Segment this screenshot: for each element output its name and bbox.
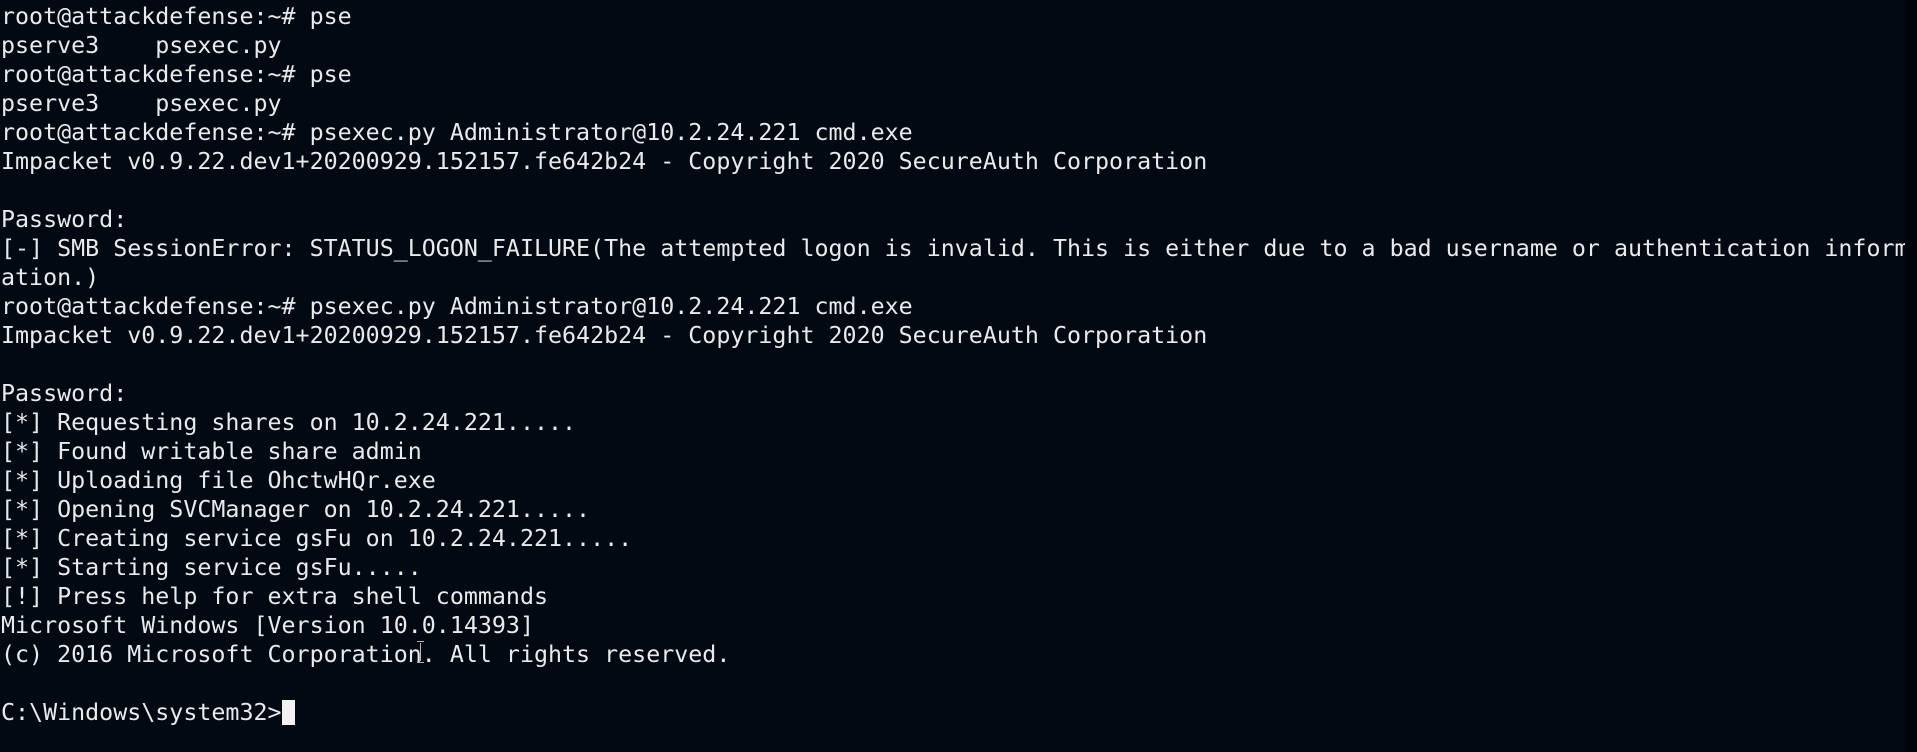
terminal-line: ation.) <box>1 264 100 291</box>
terminal-line: Microsoft Windows [Version 10.0.14393] <box>1 612 534 639</box>
terminal-line: Password: <box>1 380 128 407</box>
command-prompt-line[interactable]: C:\Windows\system32> <box>0 698 1905 727</box>
terminal-line: Impacket v0.9.22.dev1+20200929.152157.fe… <box>1 322 1208 349</box>
terminal-line: [*] Requesting shares on 10.2.24.221....… <box>1 409 577 436</box>
terminal-line: root@attackdefense:~# psexec.py Administ… <box>1 119 913 146</box>
terminal-line: [-] SMB SessionError: STATUS_LOGON_FAILU… <box>1 235 1905 262</box>
terminal-line: Impacket v0.9.22.dev1+20200929.152157.fe… <box>1 148 1208 175</box>
terminal-line: [*] Uploading file OhctwHQr.exe <box>1 467 436 494</box>
block-cursor <box>281 700 295 725</box>
terminal-line: root@attackdefense:~# psexec.py Administ… <box>1 293 913 320</box>
command-prompt: C:\Windows\system32> <box>1 699 282 726</box>
terminal-line: Password: <box>1 206 128 233</box>
terminal-window[interactable]: root@attackdefense:~# pse pserve3 psexec… <box>0 0 1917 752</box>
ibeam-cursor-icon <box>416 641 425 663</box>
terminal-line: [*] Opening SVCManager on 10.2.24.221...… <box>1 496 591 523</box>
terminal-line: (c) 2016 Microsoft Corporation. All righ… <box>1 641 731 668</box>
terminal-line: [!] Press help for extra shell commands <box>1 583 549 610</box>
terminal-output[interactable]: root@attackdefense:~# pse pserve3 psexec… <box>0 0 1905 752</box>
terminal-line: [*] Found writable share admin <box>1 438 422 465</box>
terminal-line: root@attackdefense:~# pse <box>1 61 352 88</box>
window-edge <box>1905 0 1917 752</box>
terminal-line: pserve3 psexec.py <box>1 32 282 59</box>
terminal-line: [*] Creating service gsFu on 10.2.24.221… <box>1 525 633 552</box>
terminal-line: [*] Starting service gsFu..... <box>1 554 422 581</box>
terminal-line: pserve3 psexec.py <box>1 90 282 117</box>
terminal-line: root@attackdefense:~# pse <box>1 3 352 30</box>
